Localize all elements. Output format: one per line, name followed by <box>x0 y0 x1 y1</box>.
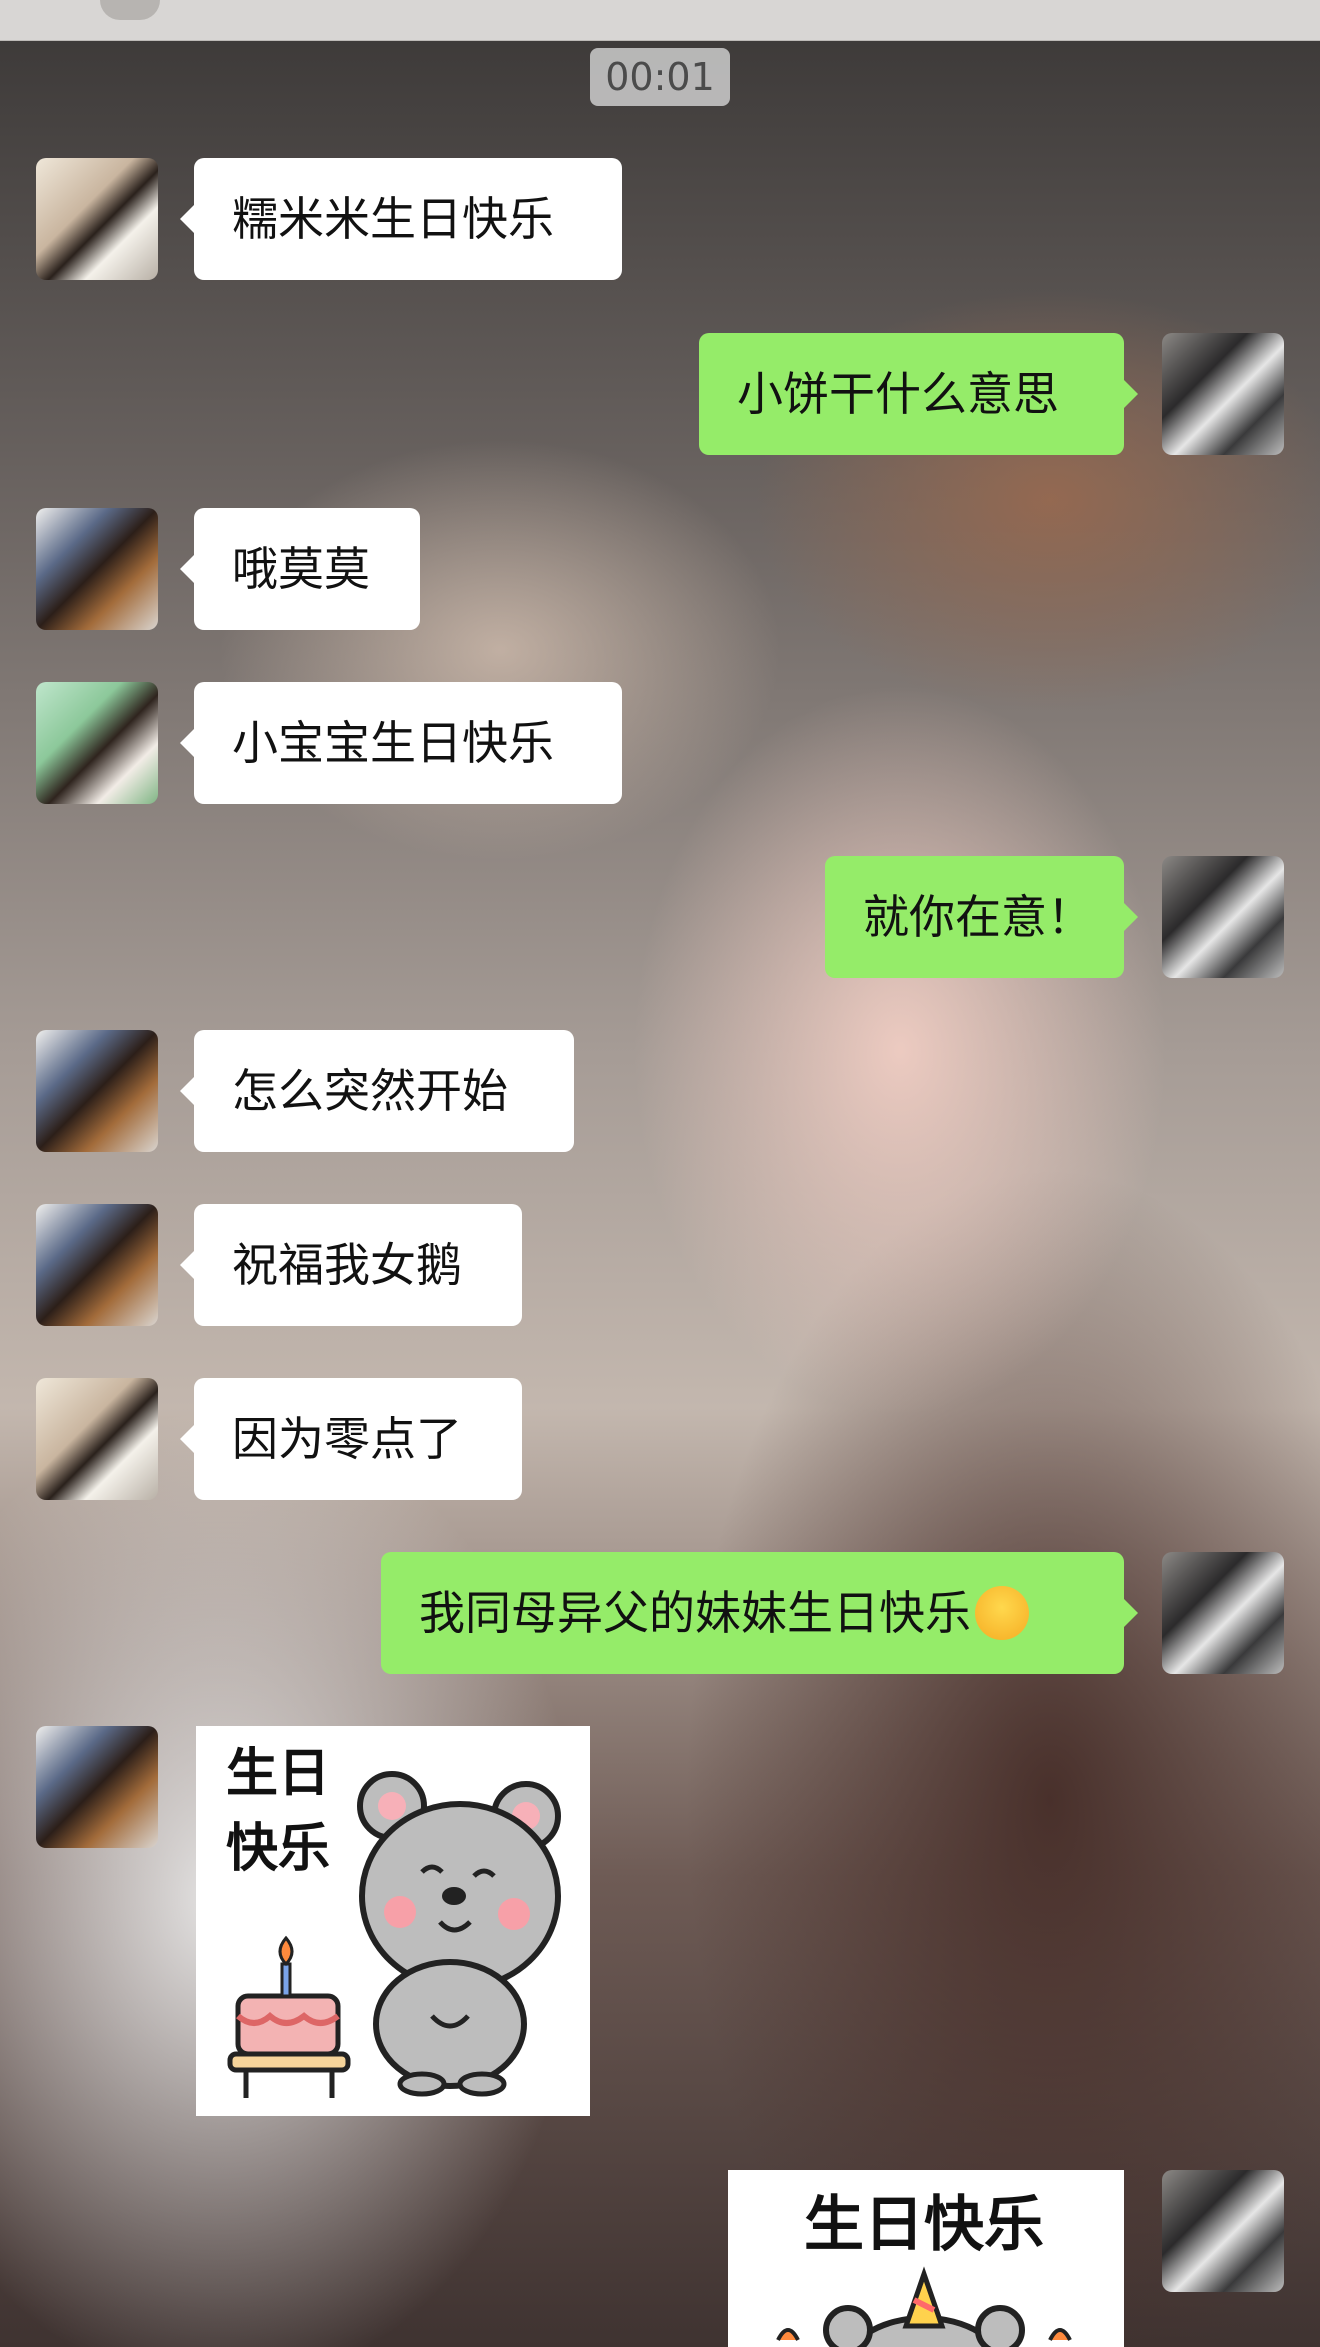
message-bubble-received[interactable]: 小宝宝生日快乐 <box>180 682 622 804</box>
avatar[interactable] <box>36 508 158 630</box>
avatar[interactable] <box>36 1030 158 1152</box>
message-timestamp: 00:01 <box>590 48 730 106</box>
message-bubble-sent[interactable]: 小饼干什么意思 <box>699 333 1138 455</box>
sticker-birthday-party-hat[interactable]: 生日快乐 <box>728 2170 1124 2347</box>
avatar[interactable] <box>36 1378 158 1500</box>
message-bubble-received[interactable]: 祝福我女鹅 <box>180 1204 522 1326</box>
avatar[interactable] <box>36 1726 158 1848</box>
message-bubble-received[interactable]: 因为零点了 <box>180 1378 522 1500</box>
top-bar <box>0 0 1320 41</box>
avatar[interactable] <box>36 682 158 804</box>
avatar[interactable] <box>1162 333 1284 455</box>
blushing-face-emoji <box>975 1585 1029 1640</box>
avatar[interactable] <box>1162 1552 1284 1674</box>
message-text: 我同母异父的妹妹生日快乐 <box>419 1586 971 1640</box>
message-bubble-sent[interactable]: 就你在意！ <box>825 856 1138 978</box>
avatar[interactable] <box>36 158 158 280</box>
avatar[interactable] <box>1162 2170 1284 2292</box>
message-bubble-sent[interactable]: 我同母异父的妹妹生日快乐 <box>381 1552 1138 1674</box>
message-bubble-received[interactable]: 怎么突然开始 <box>180 1030 574 1152</box>
back-button-edge[interactable] <box>100 0 160 20</box>
avatar[interactable] <box>1162 856 1284 978</box>
mouse-with-cake-sticker-icon <box>227 1771 561 2098</box>
message-bubble-received[interactable]: 糯米米生日快乐 <box>180 158 622 280</box>
sticker-birthday-mouse[interactable]: 生日 快乐 <box>196 1726 590 2116</box>
mouse-party-hat-sticker-icon <box>776 2266 1072 2347</box>
avatar[interactable] <box>36 1204 158 1326</box>
message-bubble-received[interactable]: 哦莫莫 <box>180 508 420 630</box>
